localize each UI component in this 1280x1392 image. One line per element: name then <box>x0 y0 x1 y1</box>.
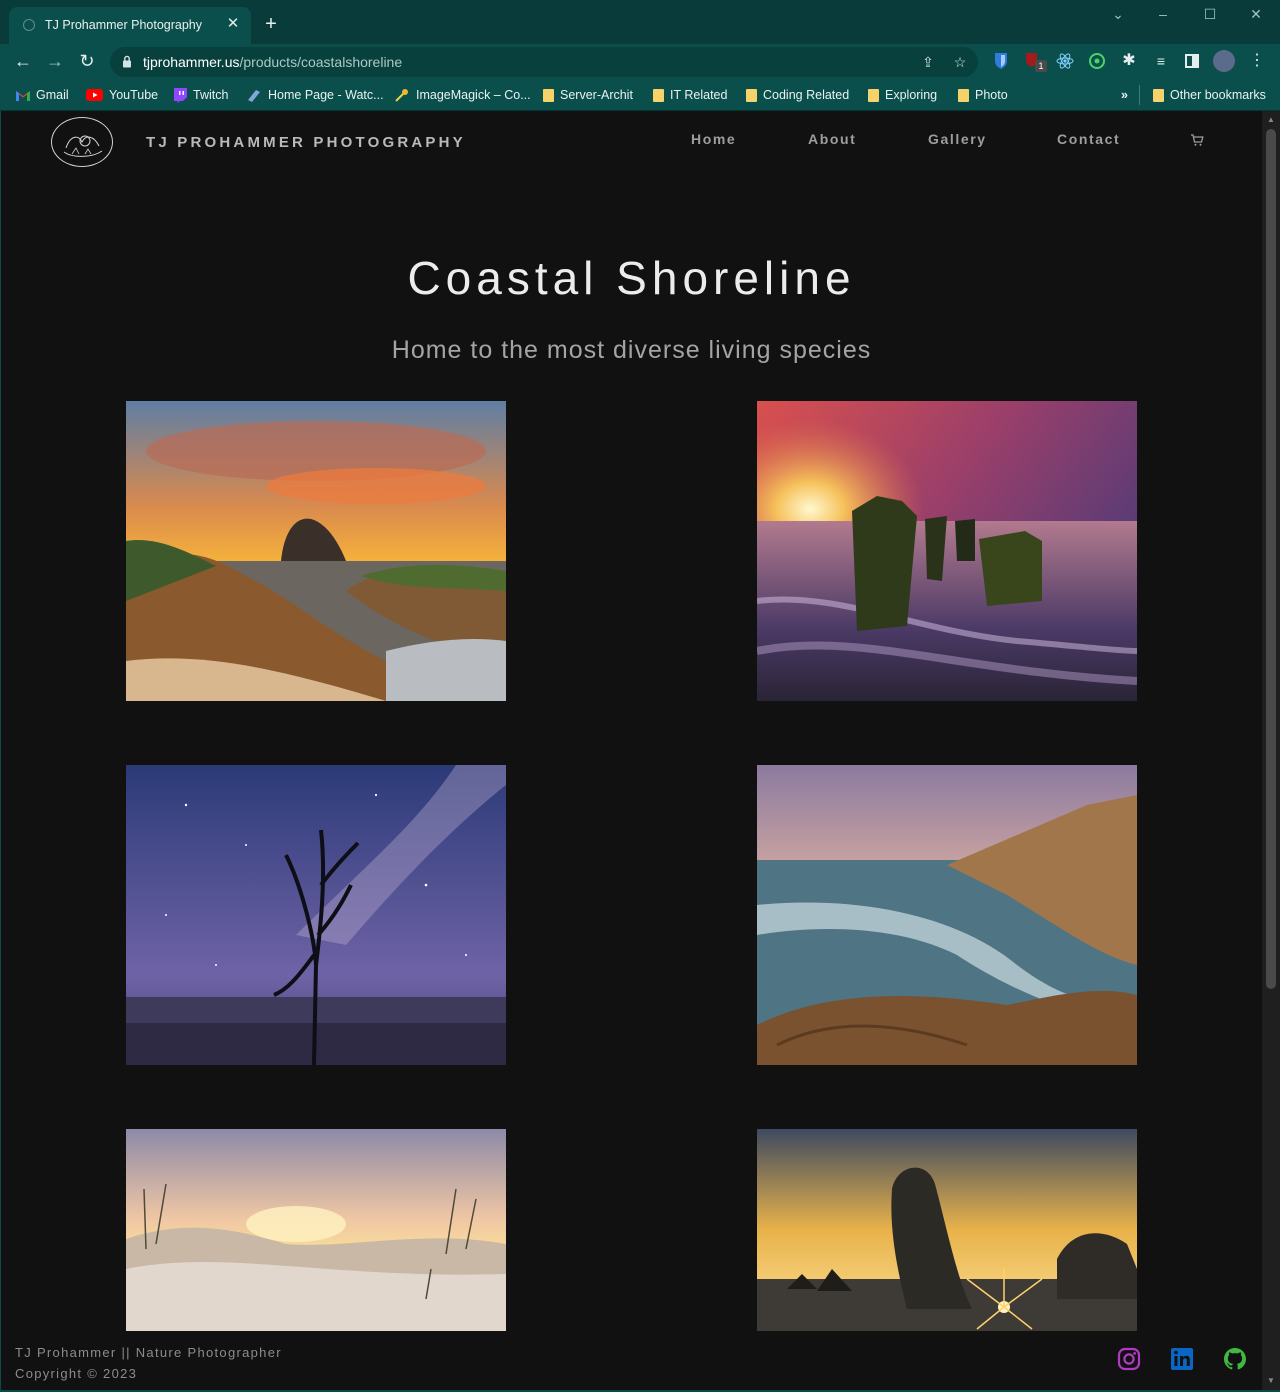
haystack-rock-sunset-photo[interactable] <box>126 401 506 701</box>
tab-title: TJ Prohammer Photography <box>45 18 203 32</box>
bookmark-folder-exploring[interactable]: Exploring <box>868 85 937 105</box>
cape-kiwanda-waves-photo[interactable] <box>757 765 1137 1065</box>
url-text: tjprohammer.us/products/coastalshoreline <box>143 54 402 70</box>
milky-way-dead-tree-photo[interactable] <box>126 765 506 1065</box>
globe-icon <box>23 19 35 31</box>
scroll-up-arrow-icon[interactable]: ▲ <box>1266 115 1276 124</box>
instagram-icon[interactable] <box>1117 1347 1141 1371</box>
bookmark-folder-server[interactable]: Server-Archit <box>543 85 633 105</box>
folder-icon <box>746 88 757 102</box>
bookmark-label: Gmail <box>36 88 69 102</box>
page-subtitle: Home to the most diverse living species <box>391 336 872 364</box>
bookmark-site-icon <box>248 90 260 102</box>
tab-search-icon[interactable]: ⌄ <box>1103 6 1133 23</box>
ublock-icon[interactable]: 1 <box>1022 50 1047 72</box>
scrollbar-thumb[interactable] <box>1266 129 1276 989</box>
react-devtools-icon[interactable] <box>1054 50 1076 72</box>
cart-icon[interactable] <box>1190 133 1204 147</box>
reading-list-icon[interactable]: ≡ <box>1150 50 1172 72</box>
folder-icon <box>1153 88 1164 102</box>
sand-dunes-sunrise-photo[interactable] <box>126 1129 506 1331</box>
bookmark-twitch[interactable]: Twitch <box>173 85 228 105</box>
back-arrow-icon[interactable]: ← <box>11 50 35 74</box>
minimize-button[interactable]: – <box>1148 6 1178 22</box>
side-panel-icon[interactable] <box>1181 50 1203 72</box>
bookmark-folder-coding[interactable]: Coding Related <box>746 85 849 105</box>
tab-active[interactable]: TJ Prohammer Photography ✕ <box>9 7 251 44</box>
page-title: Coastal Shoreline <box>407 252 856 304</box>
kebab-menu-icon[interactable]: ⋮ <box>1246 50 1268 72</box>
extensions-puzzle-icon[interactable]: ✱ <box>1118 50 1140 72</box>
linkedin-icon[interactable] <box>1170 1347 1194 1371</box>
profile-avatar[interactable] <box>1213 50 1235 72</box>
nav-about[interactable]: About <box>808 131 856 147</box>
bookmark-youtube[interactable]: YouTube <box>86 85 158 105</box>
youtube-icon <box>86 89 103 101</box>
web-page: TJ PROHAMMER PHOTOGRAPHY Home About Gall… <box>1 111 1262 1390</box>
bookmark-label: Photo <box>975 88 1008 102</box>
bookmark-home-page[interactable]: Home Page - Watc... <box>246 85 384 105</box>
brand-name[interactable]: TJ PROHAMMER PHOTOGRAPHY <box>146 134 466 151</box>
bookmark-label: Twitch <box>193 88 229 102</box>
browser-window: TJ Prohammer Photography ✕ + ⌄ – ☐ ✕ ← →… <box>0 0 1280 1392</box>
extension-badge: 1 <box>1035 60 1047 72</box>
imagemagick-icon <box>395 89 408 102</box>
grammar-extension-icon[interactable] <box>1086 50 1108 72</box>
bookmark-folder-it[interactable]: IT Related <box>653 85 727 105</box>
url-path: /products/coastalshoreline <box>239 54 403 70</box>
site-logo[interactable] <box>51 117 113 167</box>
nav-contact[interactable]: Contact <box>1057 131 1120 147</box>
footer-tagline: TJ Prohammer || Nature Photographer <box>15 1345 282 1360</box>
reload-icon[interactable]: ↻ <box>75 50 99 74</box>
page-scrollbar[interactable]: ▲ ▼ <box>1262 111 1280 1390</box>
bookmark-other[interactable]: Other bookmarks <box>1153 85 1266 105</box>
bookmark-label: Home Page - Watc... <box>268 88 384 102</box>
bookmark-label: YouTube <box>109 88 159 102</box>
bookmark-gmail[interactable]: Gmail <box>16 85 69 105</box>
folder-icon <box>543 88 554 102</box>
bitwarden-icon[interactable] <box>990 50 1012 72</box>
pier-pilings-sunset-photo[interactable] <box>757 401 1137 701</box>
bookmark-label: Other bookmarks <box>1170 88 1266 102</box>
sea-stack-sunburst-photo[interactable] <box>757 1129 1137 1331</box>
lock-icon <box>123 55 131 68</box>
nav-home[interactable]: Home <box>691 131 736 147</box>
github-icon[interactable] <box>1223 1347 1247 1371</box>
bookmark-label: IT Related <box>670 88 728 102</box>
new-tab-button[interactable]: + <box>260 14 282 34</box>
bookmarks-divider <box>1139 85 1140 105</box>
gmail-icon <box>16 90 30 101</box>
star-icon[interactable]: ☆ <box>950 52 970 72</box>
close-window-button[interactable]: ✕ <box>1241 6 1271 23</box>
browser-toolbar: ← → ↻ tjprohammer.us/products/coastalsho… <box>0 44 1280 79</box>
bookmark-label: ImageMagick – Co... <box>416 88 531 102</box>
url-host: tjprohammer.us <box>143 54 240 70</box>
scroll-down-arrow-icon[interactable]: ▼ <box>1266 1376 1276 1385</box>
folder-icon <box>868 88 879 102</box>
bookmarks-overflow-button[interactable]: » <box>1121 85 1128 105</box>
tab-strip: TJ Prohammer Photography ✕ + ⌄ – ☐ ✕ <box>0 0 1280 44</box>
folder-icon <box>653 88 664 102</box>
bookmark-label: Server-Archit <box>560 88 633 102</box>
maximize-button[interactable]: ☐ <box>1195 6 1225 23</box>
forward-arrow-icon[interactable]: → <box>43 50 67 74</box>
share-icon[interactable]: ⇪ <box>918 52 938 72</box>
bookmark-imagemagick[interactable]: ImageMagick – Co... <box>394 85 531 105</box>
close-tab-icon[interactable]: ✕ <box>225 16 241 32</box>
address-bar[interactable]: tjprohammer.us/products/coastalshoreline… <box>110 47 978 77</box>
nav-gallery[interactable]: Gallery <box>928 131 987 147</box>
camera-logo-icon <box>63 135 103 157</box>
folder-icon <box>958 88 969 102</box>
bookmarks-bar: Gmail YouTube Twitch Home Page - Watc...… <box>0 79 1280 111</box>
bookmark-label: Exploring <box>885 88 938 102</box>
bookmark-folder-photo[interactable]: Photo <box>958 85 1008 105</box>
footer-copyright: Copyright © 2023 <box>15 1366 138 1381</box>
bookmark-label: Coding Related <box>763 88 850 102</box>
twitch-icon <box>174 87 187 103</box>
